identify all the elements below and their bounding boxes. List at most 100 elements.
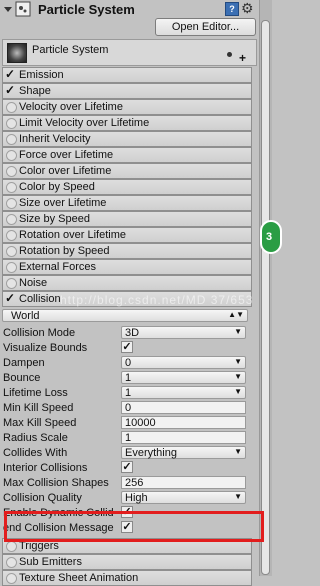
module-checkbox[interactable]: [6, 246, 17, 257]
module-checkbox-checked[interactable]: ✓: [5, 83, 15, 97]
module-label: Inherit Velocity: [19, 133, 91, 145]
property-label: Visualize Bounds: [3, 342, 88, 354]
module-checkbox-checked[interactable]: ✓: [5, 67, 15, 81]
property-label: Dampen: [3, 357, 45, 369]
dropdown-arrow-icon: ▼: [234, 447, 242, 456]
property-label: Max Collision Shapes: [3, 477, 109, 489]
select-value: 1: [125, 372, 132, 384]
particle-system-icon: [7, 43, 27, 63]
module-checkbox[interactable]: [6, 150, 17, 161]
property-select[interactable]: Everything ▼: [121, 446, 246, 459]
module-color-over-lifetime[interactable]: Color over Lifetime: [2, 163, 252, 179]
module-checkbox[interactable]: [6, 166, 17, 177]
dropdown-arrow-icon: ▲▼: [228, 310, 244, 319]
property-label: Collides With: [3, 447, 68, 459]
property-select[interactable]: 1 ▼: [121, 371, 246, 384]
foldout-arrow-icon[interactable]: [3, 4, 13, 14]
module-size-by-speed[interactable]: Size by Speed: [2, 211, 252, 227]
module-texture-sheet-animation[interactable]: Texture Sheet Animation: [2, 570, 252, 586]
property-row: Dampen 0 ▼: [3, 356, 253, 370]
module-force-over-lifetime[interactable]: Force over Lifetime: [2, 147, 252, 163]
module-label: Particle System: [32, 44, 109, 56]
property-row: Collision Mode 3D ▼: [3, 326, 253, 340]
property-row: Visualize Bounds ✓: [3, 341, 253, 355]
module-label: Rotation over Lifetime: [19, 229, 126, 241]
select-value: 0: [125, 357, 132, 369]
property-row: Interior Collisions ✓: [3, 461, 253, 475]
open-editor-button[interactable]: Open Editor...: [155, 18, 256, 36]
highlight-annotation: [4, 511, 264, 542]
property-select[interactable]: 1 ▼: [121, 386, 246, 399]
module-label: Collision: [19, 293, 61, 305]
module-velocity-over-lifetime[interactable]: Velocity over Lifetime: [2, 99, 252, 115]
floating-badge[interactable]: 3: [260, 220, 282, 254]
help-icon[interactable]: ?: [225, 2, 239, 16]
property-row: Lifetime Loss 1 ▼: [3, 386, 253, 400]
module-checkbox[interactable]: [6, 230, 17, 241]
module-rotation-over-lifetime[interactable]: Rotation over Lifetime: [2, 227, 252, 243]
select-value: 1: [125, 387, 132, 399]
dropdown-arrow-icon: ▼: [234, 387, 242, 396]
property-label: Collision Mode: [3, 327, 76, 339]
property-checkbox[interactable]: ✓: [121, 341, 133, 353]
property-checkbox[interactable]: ✓: [121, 461, 133, 473]
property-input[interactable]: 1: [121, 431, 246, 444]
module-label: Velocity over Lifetime: [19, 101, 123, 113]
input-value: 0: [125, 402, 132, 414]
module-checkbox[interactable]: [6, 214, 17, 225]
property-row: Collides With Everything ▼: [3, 446, 253, 460]
module-checkbox-checked[interactable]: ✓: [5, 291, 15, 305]
property-input[interactable]: 0: [121, 401, 246, 414]
module-color-by-speed[interactable]: Color by Speed: [2, 179, 252, 195]
property-label: Lifetime Loss: [3, 387, 68, 399]
module-checkbox[interactable]: [6, 134, 17, 145]
module-label: Size by Speed: [19, 213, 90, 225]
dropdown-arrow-icon: ▼: [234, 372, 242, 381]
module-label: Sub Emitters: [19, 556, 82, 568]
module-label: Noise: [19, 277, 48, 289]
property-input[interactable]: 256: [121, 476, 246, 489]
module-checkbox[interactable]: [6, 557, 17, 568]
module-sub-emitters[interactable]: Sub Emitters: [2, 554, 252, 570]
module-checkbox[interactable]: [6, 573, 17, 584]
module-emission[interactable]: ✓ Emission: [2, 67, 252, 83]
add-module-icon[interactable]: +: [239, 51, 246, 65]
watermark: http://blog.csdn.net/MD 37/653: [60, 293, 254, 307]
gear-icon[interactable]: ⚙: [241, 0, 254, 17]
select-value: Everything: [125, 447, 177, 459]
collision-type-select[interactable]: World ▲▼: [2, 309, 248, 322]
input-value: 1: [125, 432, 132, 444]
property-select[interactable]: 0 ▼: [121, 356, 246, 369]
module-checkbox[interactable]: [6, 278, 17, 289]
property-select[interactable]: 3D ▼: [121, 326, 246, 339]
inspector-header: Particle System ? ⚙ Open Editor...: [0, 0, 259, 38]
module-limit-velocity-over-lifetime[interactable]: Limit Velocity over Lifetime: [2, 115, 252, 131]
input-value: 256: [125, 477, 144, 489]
module-external-forces[interactable]: External Forces: [2, 259, 252, 275]
module-checkbox[interactable]: [6, 198, 17, 209]
property-label: Collision Quality: [3, 492, 82, 504]
module-checkbox[interactable]: [6, 541, 17, 552]
property-label: Min Kill Speed: [3, 402, 74, 414]
module-label: External Forces: [19, 261, 97, 273]
property-label: Interior Collisions: [3, 462, 88, 474]
module-checkbox[interactable]: [6, 102, 17, 113]
property-row: Bounce 1 ▼: [3, 371, 253, 385]
module-checkbox[interactable]: [6, 118, 17, 129]
module-checkbox[interactable]: [6, 262, 17, 273]
property-select[interactable]: High ▼: [121, 491, 246, 504]
module-checkbox[interactable]: [6, 182, 17, 193]
module-size-over-lifetime[interactable]: Size over Lifetime: [2, 195, 252, 211]
module-inherit-velocity[interactable]: Inherit Velocity: [2, 131, 252, 147]
component-title: Particle System: [38, 2, 135, 17]
property-input[interactable]: 10000: [121, 416, 246, 429]
module-shape[interactable]: ✓ Shape: [2, 83, 252, 99]
dropdown-arrow-icon: ▼: [234, 492, 242, 501]
module-label: Size over Lifetime: [19, 197, 107, 209]
property-row: Max Kill Speed 10000: [3, 416, 253, 430]
module-noise[interactable]: Noise: [2, 275, 252, 291]
particle-system-module-header[interactable]: Particle System +: [2, 39, 257, 66]
module-label: Texture Sheet Animation: [19, 572, 139, 584]
scrollbar-thumb[interactable]: [261, 20, 270, 575]
module-rotation-by-speed[interactable]: Rotation by Speed: [2, 243, 252, 259]
